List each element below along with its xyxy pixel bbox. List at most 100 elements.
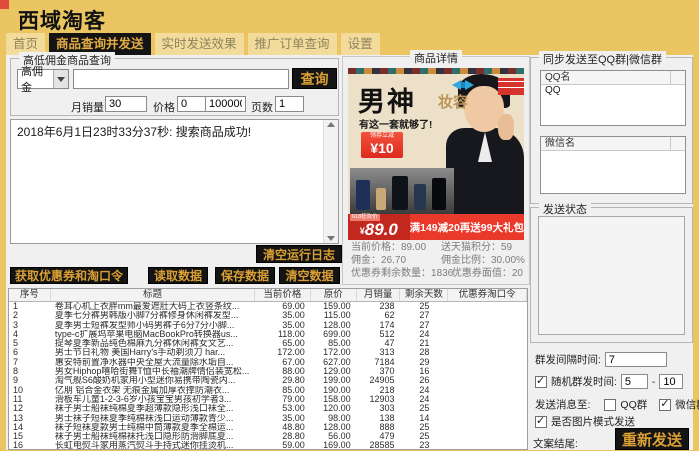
- interval-input[interactable]: [605, 352, 667, 367]
- price-min-input[interactable]: [177, 96, 206, 112]
- keyword-input[interactable]: [73, 69, 289, 89]
- cell-orig: 699.00: [311, 330, 357, 339]
- clear-data-button[interactable]: 清空数据: [279, 267, 340, 284]
- wechat-group-checkbox[interactable]: [659, 399, 671, 411]
- banner-promo-text: 满149减20再送99大礼包: [410, 214, 524, 240]
- price-banner: 618狂欢价 ¥ 89.0 满149减20再送99大礼包: [348, 214, 524, 240]
- cell-orig: 128.00: [311, 423, 357, 432]
- cell-title: 袜子男士船袜纯棉夏季超薄款隐形浅口袜全...: [51, 404, 255, 413]
- cell-orig: 159.00: [311, 302, 357, 311]
- table-row[interactable]: 4type-c扩展坞苹果电脑MacBookPro转换器us...118.0069…: [9, 330, 527, 339]
- table-row[interactable]: 10亿朋 铝合金衣架 无痕金属加厚衣撑防潮衣...85.00190.002182…: [9, 386, 527, 395]
- cell-id: 12: [9, 404, 51, 413]
- tab[interactable]: 实时发送效果: [155, 33, 244, 55]
- price-banner-left: 618狂欢价 ¥ 89.0: [348, 214, 410, 240]
- column-header[interactable]: 当前价格: [255, 289, 311, 301]
- table-row[interactable]: 2夏季七分裤男韩版小脚7分裤修身休闲裤发型...35.00115.006227: [9, 311, 527, 320]
- random-from-input[interactable]: [621, 374, 648, 389]
- commission-type-select[interactable]: 高佣金: [17, 69, 69, 89]
- detail-panel-title: 商品详情: [410, 50, 462, 66]
- random-time-checkbox[interactable]: [535, 376, 547, 388]
- interval-row: 群发间隔时间:: [535, 352, 667, 367]
- column-header[interactable]: 序号: [9, 289, 51, 301]
- wechat-group-label: 微信群: [675, 397, 699, 412]
- column-header[interactable]: 月销量: [357, 289, 401, 301]
- cell-sales: 238: [357, 302, 401, 311]
- product-table[interactable]: 序号标题当前价格原价月销量剩余天数优惠券淘口令 1卷耳心机上衣胖mm最爱遮肚大码…: [8, 288, 528, 450]
- cell-days: 29: [401, 358, 449, 367]
- clear-log-button[interactable]: 清空运行日志: [256, 245, 342, 263]
- cell-title: 男士节日礼物 美国Harry's手动剃须刀 har...: [51, 348, 255, 357]
- cell-days: 21: [401, 339, 449, 348]
- save-data-button[interactable]: 保存数据: [215, 267, 275, 284]
- detail-stat: 优惠券剩余数量：1836: [351, 267, 452, 280]
- status-listbox[interactable]: [538, 216, 685, 335]
- scrollbar-down-icon[interactable]: [327, 236, 335, 241]
- price-max-input[interactable]: [205, 96, 246, 112]
- random-to-input[interactable]: [659, 374, 683, 389]
- sync-groupbox-title: 同步发送至QQ群|微信群: [539, 51, 666, 67]
- table-row[interactable]: 7惠安特前置净水器中央全屋大流量除水垢自...67.00627.00718429: [9, 358, 527, 367]
- cell-orig: 128.00: [311, 321, 357, 330]
- commission-type-value: 高佣金: [18, 63, 53, 95]
- coupon-badge-text: 领券立减: [361, 132, 403, 140]
- detail-stat: 当前价格：89.00: [351, 241, 441, 254]
- tab[interactable]: 设置: [341, 33, 380, 55]
- sales-input[interactable]: [105, 96, 147, 112]
- table-row[interactable]: 16长虹电熨斗家用蒸汽熨斗手持式迷你挂烫机...59.00169.0028585…: [9, 441, 527, 450]
- image-mode-checkbox[interactable]: [535, 416, 547, 428]
- cell-sales: 512: [357, 330, 401, 339]
- column-header[interactable]: 原价: [311, 289, 357, 301]
- cell-id: 9: [9, 376, 51, 385]
- wechat-list[interactable]: 微信名: [540, 136, 686, 194]
- cell-id: 7: [9, 358, 51, 367]
- detail-stat: 佣金比例：30.00%: [441, 254, 525, 267]
- cell-sales: 174: [357, 321, 401, 330]
- cell-price: 35.00: [255, 321, 311, 330]
- cell-coupon: [448, 330, 527, 339]
- cell-id: 14: [9, 423, 51, 432]
- cell-price: 29.80: [255, 376, 311, 385]
- table-row[interactable]: 3夏季男士短裤发型师小码男裤子6分7分小脚...35.00128.0017427: [9, 321, 527, 330]
- column-header[interactable]: 优惠券淘口令: [448, 289, 527, 301]
- table-row[interactable]: 8男女Hiphop嘻哈街舞T恤中长袖潮牌情侣装宽松...88.00129.003…: [9, 367, 527, 376]
- list-item[interactable]: QQ: [541, 85, 685, 97]
- cell-id: 3: [9, 321, 51, 330]
- table-row[interactable]: 9淘气舰S6酸奶机家用小型迷你易携带陶瓷内...29.80199.0024905…: [9, 376, 527, 385]
- cell-coupon: [448, 441, 527, 450]
- table-row[interactable]: 15袜子男士船袜纯棉袜托浅口隐形防滑脚底夏...28.8056.0047925: [9, 432, 527, 441]
- tab[interactable]: 推广订单查询: [248, 33, 337, 55]
- fetch-coupon-button[interactable]: 获取优惠券和淘口令: [10, 267, 128, 284]
- table-row[interactable]: 1卷耳心机上衣胖mm最爱遮肚大码上衣竖条纹...69.00159.0023825: [9, 302, 527, 311]
- table-row[interactable]: 6男士节日礼物 美国Harry's手动剃须刀 har...172.00172.0…: [9, 348, 527, 357]
- cell-title: 袜子短袜夏款男士纯棉中筒薄款夏季全棉运...: [51, 423, 255, 432]
- cell-sales: 218: [357, 386, 401, 395]
- cell-orig: 169.00: [311, 441, 357, 450]
- cell-orig: 190.00: [311, 386, 357, 395]
- log-textarea[interactable]: 2018年6月1日23时33分37秒: 搜索商品成功!: [10, 119, 339, 244]
- table-row[interactable]: 12袜子男士船袜纯棉夏季超薄款隐形浅口袜全...53.00120.0030325: [9, 404, 527, 413]
- table-row[interactable]: 11滑板车儿童1-2-3-6岁小孩宝宝男孩初学者3...79.00158.001…: [9, 395, 527, 404]
- column-header[interactable]: 剩余天数: [400, 289, 448, 301]
- cell-id: 4: [9, 330, 51, 339]
- cell-coupon: [448, 404, 527, 413]
- cell-days: 28: [401, 348, 449, 357]
- scrollbar-up-icon[interactable]: [327, 122, 335, 127]
- cell-title: 袜子男士船袜纯棉袜托浅口隐形防滑脚底夏...: [51, 432, 255, 441]
- chevron-down-icon[interactable]: [53, 70, 68, 88]
- cell-price: 79.00: [255, 395, 311, 404]
- image-mode-row: 是否图片模式发送: [535, 414, 635, 429]
- qq-group-checkbox[interactable]: [604, 399, 616, 411]
- cell-coupon: [448, 395, 527, 404]
- table-row[interactable]: 13男士袜子短袜夏季纯棉袜浅口运动薄款青少...35.0098.0013814: [9, 414, 527, 423]
- log-scrollbar[interactable]: [323, 120, 338, 243]
- column-header[interactable]: 标题: [51, 289, 255, 301]
- search-button[interactable]: 查询: [292, 68, 337, 89]
- promo-badge-icon: [498, 78, 524, 95]
- qq-list[interactable]: QQ名 QQ: [540, 70, 686, 126]
- read-data-button[interactable]: 读取数据: [148, 267, 208, 284]
- table-row[interactable]: 5提琴夏季新品纯色棉麻九分裤休闲裤女文艺...65.0085.004721: [9, 339, 527, 348]
- pages-input[interactable]: [275, 96, 304, 112]
- resend-button[interactable]: 重新发送: [615, 428, 689, 450]
- table-row[interactable]: 14袜子短袜夏款男士纯棉中筒薄款夏季全棉运...48.80128.0088825: [9, 423, 527, 432]
